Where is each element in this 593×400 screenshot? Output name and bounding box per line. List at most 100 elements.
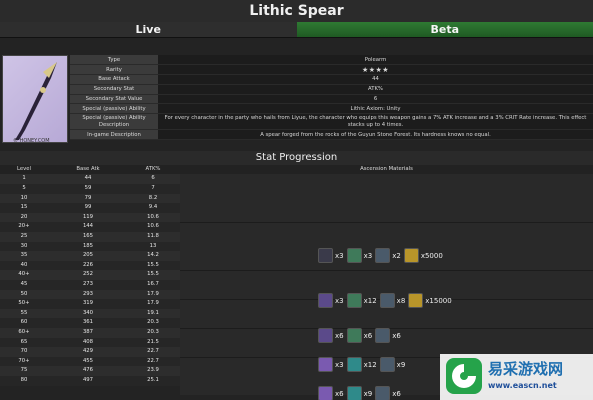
atk-percent-cell: 9.4 xyxy=(148,204,158,211)
table-row: 40+ 252 15.5 xyxy=(0,270,593,280)
material-quantity: x3 xyxy=(335,360,344,369)
atk-percent-cell: 22.7 xyxy=(147,348,159,355)
table-row: 5 59 7 xyxy=(0,184,593,194)
material-quantity: x12 xyxy=(363,360,377,369)
atk-percent-cell: 23.9 xyxy=(147,367,159,374)
weapon-image-watermark: © HONEY.COM xyxy=(13,137,50,144)
material-item[interactable]: x6 xyxy=(318,386,344,400)
atk-percent-cell: 17.9 xyxy=(147,290,159,297)
material-item[interactable]: x9 xyxy=(346,386,372,400)
info-value: ATK% xyxy=(158,84,593,95)
table-header: Level Base Atk ATK% Ascension Materials xyxy=(0,165,593,174)
mora-coin-icon xyxy=(403,248,419,263)
material-item[interactable]: x6 xyxy=(375,328,401,343)
material-item[interactable]: x6 xyxy=(375,386,401,400)
material-item[interactable]: x2 xyxy=(375,248,401,263)
table-row: 55 340 19.1 xyxy=(0,308,593,319)
header-level: Level xyxy=(17,166,31,172)
atk-percent-cell: 22.7 xyxy=(147,357,159,364)
weapon-info-table: Type Polearm Rarity ★★★★ Base Attack 44 Sec… xyxy=(70,55,593,141)
level-cell: 20 xyxy=(20,213,28,220)
ascension-divider xyxy=(180,270,593,272)
material-item[interactable]: x5000 xyxy=(403,248,443,263)
level-cell: 35 xyxy=(20,252,28,259)
atk-percent-cell: 7 xyxy=(151,185,155,191)
header-ascension-materials: Ascension Materials xyxy=(360,166,413,172)
material-quantity: x9 xyxy=(396,360,406,369)
header-atk-percent: ATK% xyxy=(145,166,161,172)
table-row: 25 165 11.8 xyxy=(0,232,593,242)
info-key: Secondary Stat Value xyxy=(70,94,158,105)
table-row: 35 205 14.2 xyxy=(0,251,593,261)
section-title: Stat Progression xyxy=(0,151,593,165)
watermark-url: www.eascn.net xyxy=(488,381,557,390)
base-atk-cell: 119 xyxy=(82,213,94,220)
violet-crystal-icon xyxy=(318,357,333,372)
material-item[interactable]: x3 xyxy=(318,357,344,372)
material-item[interactable]: x3 xyxy=(346,248,372,263)
tab-beta[interactable]: Beta xyxy=(296,22,593,37)
base-atk-cell: 165 xyxy=(82,233,94,239)
weapon-info: © HONEY.COM Type Polearm Rarity ★★★★ Base … xyxy=(0,55,593,145)
base-atk-cell: 205 xyxy=(82,252,94,259)
material-quantity: x15000 xyxy=(425,296,452,305)
weapon-type-value[interactable]: Polearm xyxy=(158,55,593,66)
material-item[interactable]: x12 xyxy=(346,293,377,308)
blade-fragment-icon xyxy=(379,293,395,308)
base-atk-cell: 252 xyxy=(82,271,94,278)
level-cell: 5 xyxy=(22,185,26,191)
table-row: 65 408 21.5 xyxy=(0,337,593,348)
atk-percent-cell: 10.6 xyxy=(147,213,159,220)
level-cell: 30 xyxy=(20,242,28,249)
blade-fragment-icon xyxy=(375,248,391,263)
table-row: 45 273 16.7 xyxy=(0,280,593,290)
base-atk-cell: 226 xyxy=(82,261,94,268)
info-value: For every character in the party who hai… xyxy=(158,113,593,131)
base-atk-cell: 429 xyxy=(82,348,94,355)
level-cell: 75 xyxy=(20,367,28,374)
info-key: Secondary Stat xyxy=(70,84,158,95)
material-item[interactable]: x15000 xyxy=(408,293,452,308)
level-cell: 65 xyxy=(20,338,28,345)
material-quantity: x6 xyxy=(363,331,373,340)
level-cell: 40 xyxy=(20,261,28,268)
material-quantity: x6 xyxy=(335,389,344,398)
material-item[interactable]: x12 xyxy=(346,357,377,372)
material-item[interactable]: x6 xyxy=(318,328,344,343)
material-item[interactable]: x8 xyxy=(379,293,405,308)
material-item[interactable]: x9 xyxy=(379,357,406,372)
material-item[interactable]: x3 xyxy=(318,293,344,308)
blade-fragment-icon xyxy=(375,328,391,343)
tab-live[interactable]: Live xyxy=(0,22,297,37)
table-row: 20 119 10.6 xyxy=(0,212,593,223)
info-value: 6 xyxy=(158,94,593,105)
watermark-text: 易采游戏网 xyxy=(488,360,564,378)
material-item[interactable]: x3 xyxy=(318,248,344,263)
atk-percent-cell: 15.5 xyxy=(147,271,159,278)
material-quantity: x3 xyxy=(335,296,344,305)
dark-crystal-icon xyxy=(318,248,333,263)
table-row: 50 293 17.9 xyxy=(0,289,593,300)
base-atk-cell: 361 xyxy=(82,319,94,326)
base-atk-cell: 144 xyxy=(82,223,94,230)
table-row: 60 361 20.3 xyxy=(0,318,593,328)
atk-percent-cell: 8.2 xyxy=(148,194,158,201)
info-key: Special (passive) Ability xyxy=(70,103,158,115)
level-cell: 70+ xyxy=(18,357,30,364)
level-cell: 25 xyxy=(20,233,28,239)
teal-scroll-icon xyxy=(346,386,362,400)
table-row: 20+ 144 10.6 xyxy=(0,222,593,232)
base-atk-cell: 44 xyxy=(84,175,92,182)
level-cell: 70 xyxy=(20,348,28,355)
level-cell: 15 xyxy=(20,204,28,211)
atk-percent-cell: 21.5 xyxy=(147,338,159,345)
material-item[interactable]: x6 xyxy=(346,328,373,343)
teal-scroll-icon xyxy=(346,357,362,372)
blade-fragment-icon xyxy=(379,357,395,372)
table-row: 1 44 6 xyxy=(0,174,593,184)
ascension-divider xyxy=(180,222,593,224)
material-quantity: x3 xyxy=(335,251,344,260)
info-value: Lithic Axiom: Unity xyxy=(158,103,593,115)
site-logo-icon xyxy=(446,358,482,394)
info-key: Special (passive) Ability Description xyxy=(70,113,158,131)
